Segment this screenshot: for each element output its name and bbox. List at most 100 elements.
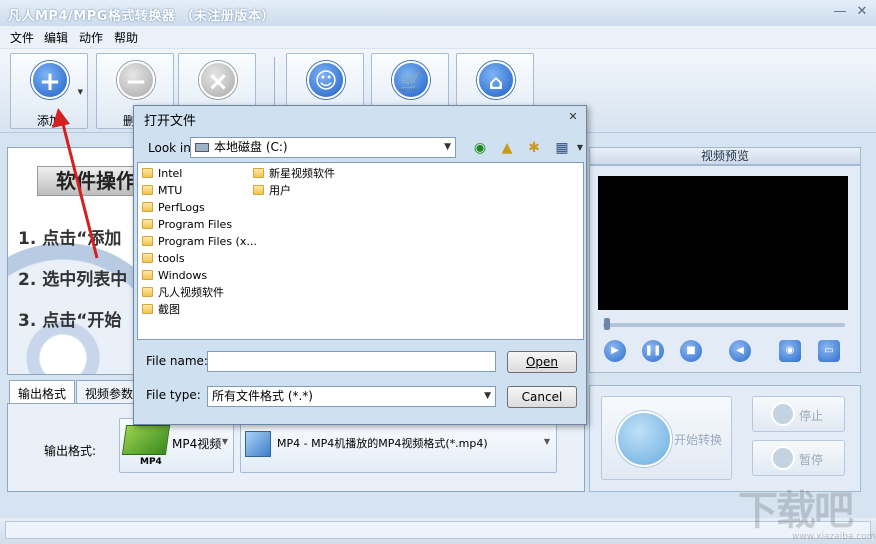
dialog-close-button[interactable]: ✕ — [564, 109, 582, 125]
watermark-url: www.xiazaiba.com — [792, 532, 876, 542]
add-dropdown-icon[interactable]: ▼ — [78, 88, 83, 96]
volume-icon[interactable]: ◀ — [729, 340, 751, 362]
list-item[interactable]: tools — [142, 251, 185, 267]
stop-label: 停止 — [799, 409, 824, 423]
look-in-select[interactable]: 本地磁盘 (C:) ▼ — [190, 137, 456, 158]
format-detail-select[interactable]: MP4 - MP4机播放的MP4视频格式(*.mp4) ▼ — [240, 418, 557, 473]
file-name: Program Files (x... — [158, 235, 257, 248]
format-short-name: MP4视频 — [172, 437, 222, 451]
look-in-value: 本地磁盘 (C:) — [214, 140, 288, 154]
look-in-label: Look in: — [148, 141, 195, 155]
file-name: 凡人视频软件 — [158, 286, 224, 299]
window-title: 凡人MP4/MPG格式转换器 （未注册版本） — [8, 9, 275, 24]
list-item[interactable]: MTU — [142, 183, 182, 199]
menu-help[interactable]: 帮助 — [114, 29, 138, 46]
close-button[interactable]: ✕ — [854, 4, 870, 20]
file-type-label: File type: — [146, 388, 201, 402]
tab-output-format[interactable]: 输出格式 — [9, 380, 76, 404]
cancel-button[interactable]: Cancel — [507, 386, 577, 408]
up-folder-icon[interactable]: ▲ — [497, 138, 517, 158]
folder-icon — [253, 185, 264, 195]
refresh-icon — [616, 411, 672, 467]
file-name-input[interactable] — [207, 351, 496, 372]
file-name: Windows — [158, 269, 208, 282]
pause-convert-icon — [771, 446, 795, 470]
home-icon: ⌂ — [477, 61, 515, 99]
stop-icon[interactable]: ■ — [680, 340, 702, 362]
back-icon[interactable]: ◉ — [470, 138, 490, 158]
smiley-icon: ☺ — [307, 61, 345, 99]
list-item[interactable]: 新星视频软件 — [253, 166, 335, 182]
video-screen — [598, 176, 848, 310]
open-button[interactable]: Open — [507, 351, 577, 373]
format-category-select[interactable]: MP4 MP4视频 ▼ — [119, 418, 234, 473]
list-item[interactable]: Program Files (x... — [142, 234, 257, 250]
dialog-title: 打开文件 — [144, 114, 197, 129]
folder-icon — [142, 219, 153, 229]
cart-icon: 🛒 — [392, 61, 430, 99]
stop-button[interactable]: 停止 — [752, 396, 845, 432]
instruction-step-1: 1. 点击“添加 — [18, 229, 122, 249]
chevron-down-icon[interactable]: ▼ — [570, 138, 590, 158]
menu-file[interactable]: 文件 — [10, 29, 34, 46]
box-icon — [245, 431, 271, 457]
minus-icon: − — [117, 61, 155, 99]
start-convert-button[interactable]: 开始转换 — [601, 396, 732, 480]
chevron-down-icon: ▼ — [543, 437, 550, 446]
format-long-name: MP4 - MP4机播放的MP4视频格式(*.mp4) — [277, 437, 488, 450]
folder-icon — [142, 287, 153, 297]
drive-icon — [195, 143, 209, 152]
new-folder-icon[interactable]: ✱ — [524, 138, 544, 158]
file-name: MTU — [158, 184, 183, 197]
pause-label: 暂停 — [799, 453, 824, 467]
menu-bar: 文件 编辑 动作 帮助 — [0, 26, 876, 48]
file-name-label: File name: — [146, 354, 208, 368]
menu-edit[interactable]: 编辑 — [44, 29, 68, 46]
seek-handle[interactable] — [604, 318, 610, 330]
pause-icon[interactable]: ❚❚ — [642, 340, 664, 362]
seek-slider[interactable] — [603, 323, 845, 327]
chevron-down-icon: ▼ — [221, 437, 228, 446]
stop-convert-icon — [771, 402, 795, 426]
instruction-step-2: 2. 选中列表中 — [18, 270, 128, 290]
list-item[interactable]: 截图 — [142, 302, 180, 318]
file-name: tools — [158, 252, 185, 265]
folder-icon — [142, 270, 153, 280]
pause-button[interactable]: 暂停 — [752, 440, 845, 476]
folder-icon — [142, 202, 153, 212]
file-type-select[interactable]: 所有文件格式 (*.*) ▼ — [207, 386, 496, 407]
open-file-dialog: 打开文件 ✕ Look in: 本地磁盘 (C:) ▼ ◉ ▲ ✱ ▦ ▼ In… — [133, 105, 587, 425]
instruction-step-3: 3. 点击“开始 — [18, 311, 122, 331]
list-item[interactable]: PerfLogs — [142, 200, 205, 216]
list-item[interactable]: 用户 — [253, 183, 291, 199]
file-type-value: 所有文件格式 (*.*) — [212, 389, 313, 403]
folder-icon — [142, 253, 153, 263]
view-menu-icon[interactable]: ▦ — [552, 138, 572, 158]
list-item[interactable]: 凡人视频软件 — [142, 285, 224, 301]
file-list[interactable]: Intel MTU PerfLogs Program Files Program… — [137, 162, 584, 340]
x-icon: × — [199, 61, 237, 99]
format-badge: MP4 — [140, 457, 162, 467]
file-name: 新星视频软件 — [269, 167, 335, 180]
folder-icon — [142, 185, 153, 195]
minimize-button[interactable]: — — [832, 4, 848, 20]
list-item[interactable]: Program Files — [142, 217, 232, 233]
add-button[interactable]: + 添加 ▼ — [10, 53, 88, 129]
preview-title: 视频预览 — [589, 147, 861, 165]
snapshot-icon[interactable]: ◉ — [779, 340, 801, 362]
menu-action[interactable]: 动作 — [79, 29, 103, 46]
open-button-label: Open — [525, 355, 559, 369]
watermark-logo: 下载吧 — [738, 488, 854, 534]
folder-icon — [142, 304, 153, 314]
list-item[interactable]: Intel — [142, 166, 182, 182]
file-name: Program Files — [158, 218, 233, 231]
folder-open-icon[interactable]: ▭ — [818, 340, 840, 362]
plus-icon: + — [31, 61, 69, 99]
play-icon[interactable]: ▶ — [604, 340, 626, 362]
folder-icon — [253, 168, 264, 178]
file-name: Intel — [158, 167, 183, 180]
list-item[interactable]: Windows — [142, 268, 207, 284]
file-name: PerfLogs — [158, 201, 205, 214]
chevron-down-icon: ▼ — [484, 391, 491, 401]
add-label: 添加 — [36, 114, 61, 128]
